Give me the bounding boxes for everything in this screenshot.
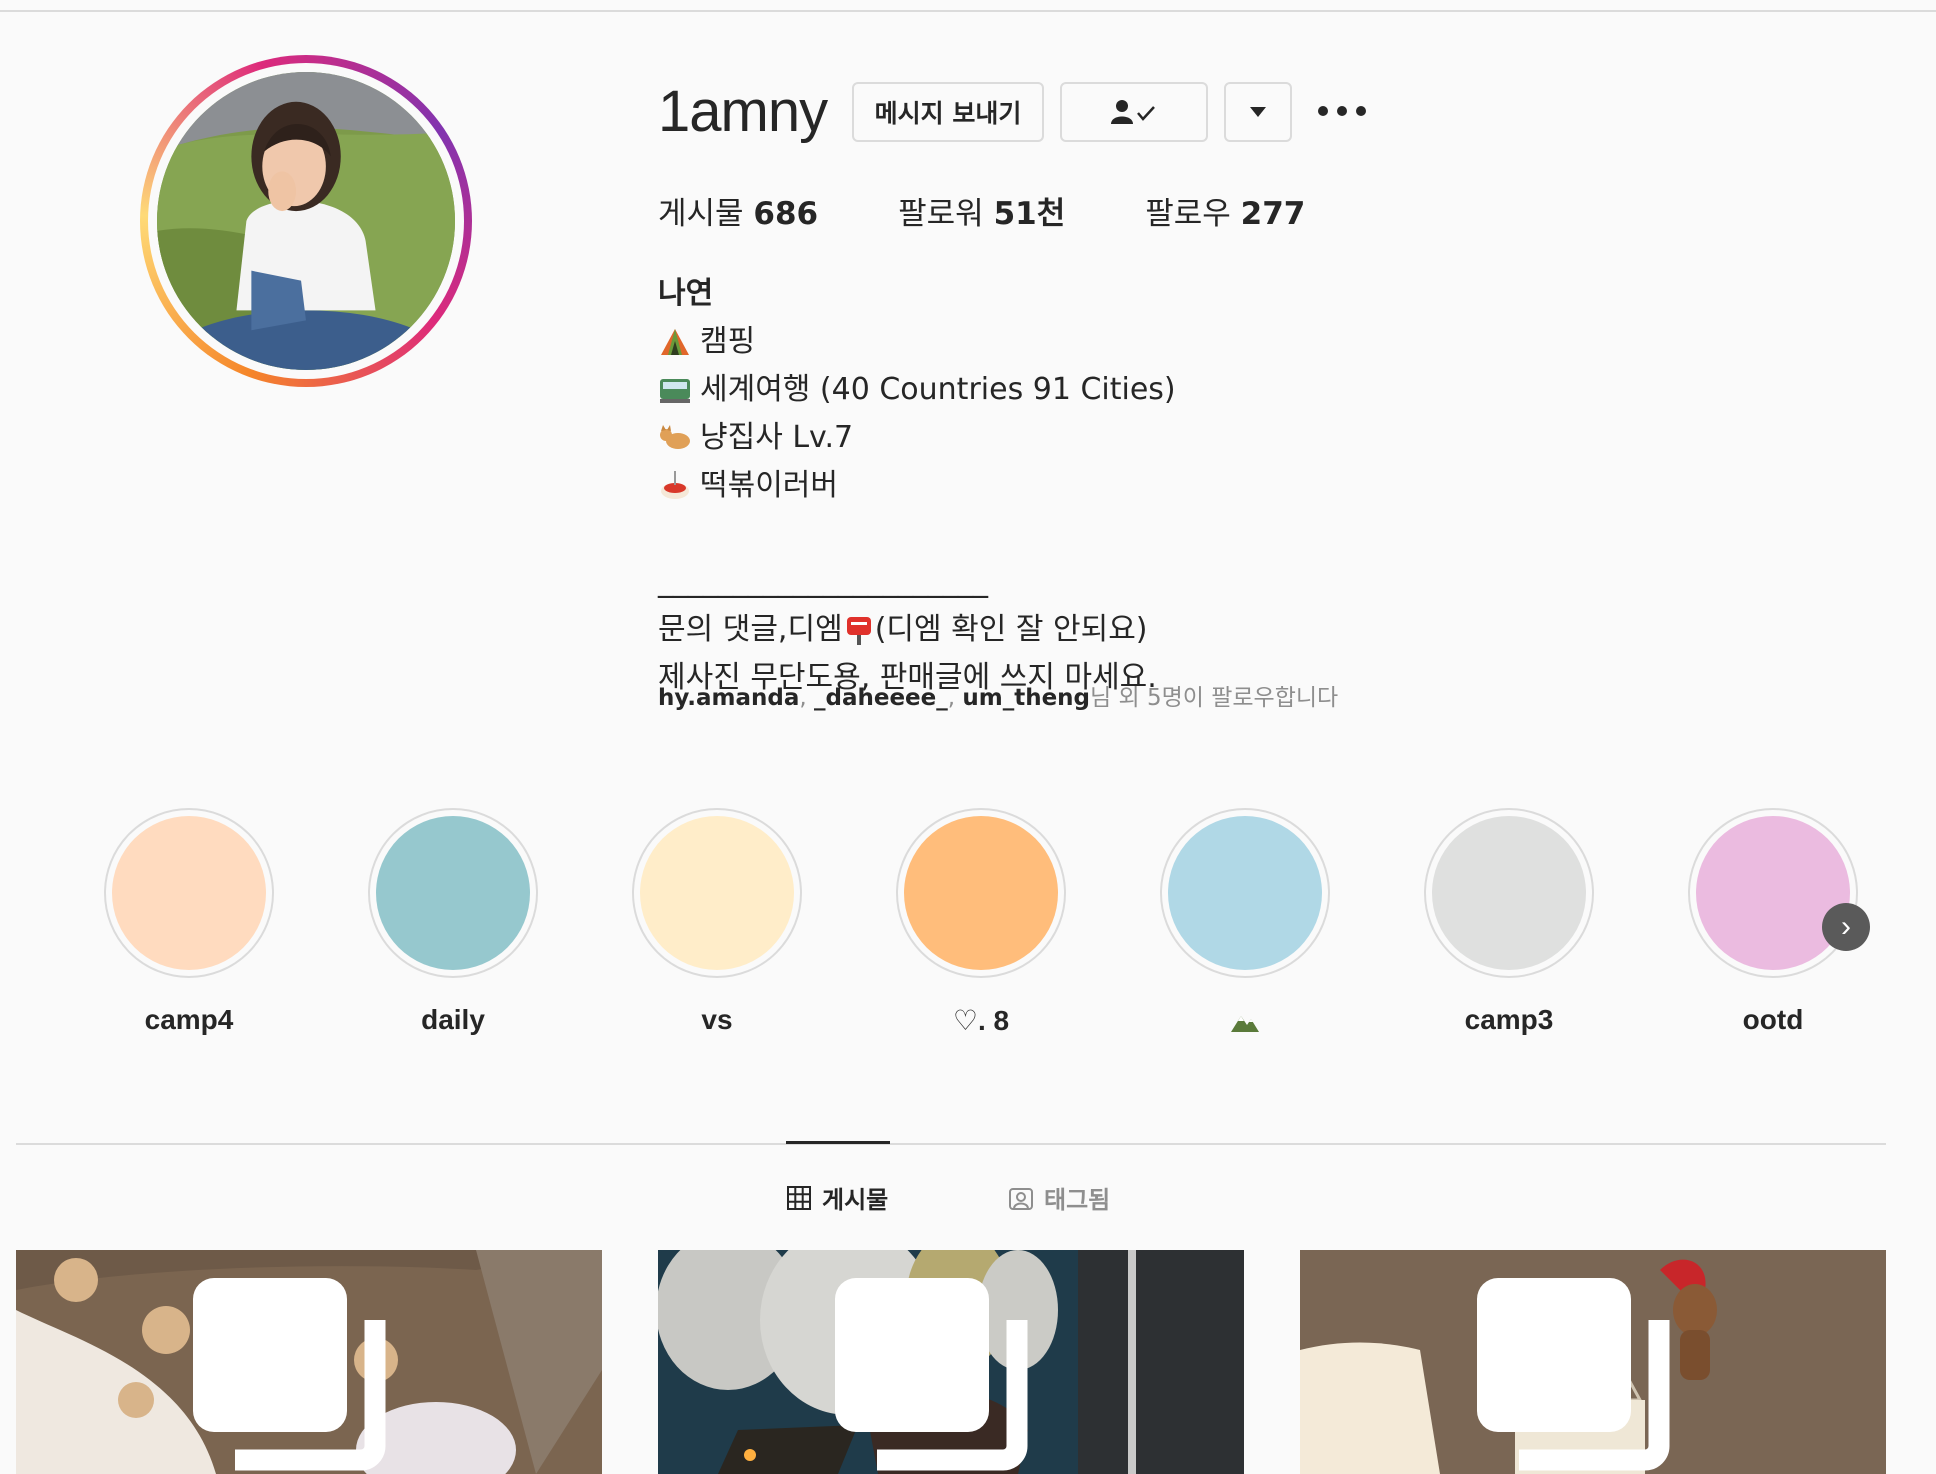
following-button[interactable] xyxy=(1060,82,1208,142)
train-icon xyxy=(658,373,692,407)
follower-link[interactable]: hy.amanda xyxy=(658,685,799,711)
bio-line-travel: 세계여행 (40 Countries 91 Cities) xyxy=(700,372,1176,407)
post-thumbnail[interactable] xyxy=(658,1250,1244,1474)
grid-icon xyxy=(787,1185,811,1210)
highlight-label: camp3 xyxy=(1464,1004,1554,1035)
highlight-cover xyxy=(640,816,794,970)
highlight-cover xyxy=(1696,816,1850,970)
postbox-icon xyxy=(845,613,873,647)
highlight-item[interactable]: ♡. 8 xyxy=(896,808,1066,1037)
profile-username: 1amny xyxy=(658,79,828,144)
person-check-icon xyxy=(1111,100,1155,124)
highlight-label: camp4 xyxy=(144,1004,234,1035)
tent-icon xyxy=(658,325,692,359)
tabs-divider xyxy=(16,1143,1886,1145)
triangle-down-icon xyxy=(1250,107,1266,117)
follower-link[interactable]: um_theng xyxy=(962,685,1090,711)
highlight-item[interactable] xyxy=(1160,808,1330,1036)
profile-full-name: 나연 xyxy=(658,276,714,311)
top-divider xyxy=(0,10,1936,12)
profile-avatar-story-ring[interactable] xyxy=(140,55,472,387)
profile-page: 1amny 메시지 보내기 게시물 686 팔로워 51천 팔로우 277 나연… xyxy=(0,0,1936,1474)
active-tab-indicator xyxy=(786,1141,890,1144)
chevron-right-icon[interactable]: › xyxy=(1822,903,1870,951)
highlight-label: ootd xyxy=(1742,1004,1804,1035)
avatar[interactable] xyxy=(157,72,455,370)
highlight-item[interactable]: camp4 xyxy=(104,808,274,1036)
multiple-photos-icon xyxy=(835,1278,1028,1471)
tab-tagged[interactable]: 태그됨 xyxy=(1008,1180,1110,1215)
send-message-button[interactable]: 메시지 보내기 xyxy=(852,82,1044,142)
suggested-dropdown-button[interactable] xyxy=(1224,82,1292,142)
highlight-item[interactable]: camp3 xyxy=(1424,808,1594,1036)
tab-posts-label: 게시물 xyxy=(822,1186,889,1214)
followers-count[interactable]: 팔로워 51천 xyxy=(898,188,1065,233)
highlight-item[interactable]: vs xyxy=(632,808,802,1036)
highlight-item[interactable]: daily xyxy=(368,808,538,1036)
follower-link[interactable]: _daheeee_ xyxy=(814,685,948,711)
bio-line-food: 떡볶이러버 xyxy=(700,468,838,503)
highlight-label: vs xyxy=(701,1004,733,1035)
following-count[interactable]: 팔로우 277 xyxy=(1145,188,1305,233)
tteokbokki-icon xyxy=(658,469,692,503)
multiple-photos-icon xyxy=(193,1278,386,1471)
bio-line-camping: 캠핑 xyxy=(700,324,756,359)
bio-separator: ______________________ xyxy=(658,564,988,599)
bio-line-inquiry: 문의 댓글,디엠 xyxy=(658,612,843,647)
tagged-person-icon xyxy=(1009,1187,1033,1210)
profile-stats: 게시물 686 팔로워 51천 팔로우 277 xyxy=(658,188,1385,233)
mountain-icon xyxy=(1231,1015,1259,1032)
more-options-icon[interactable] xyxy=(1318,96,1366,126)
tab-tagged-label: 태그됨 xyxy=(1044,1186,1111,1214)
posts-count: 게시물 686 xyxy=(658,196,819,232)
highlight-cover xyxy=(112,816,266,970)
bio-line-inquiry-note: (디엠 확인 잘 안되요) xyxy=(874,612,1148,647)
highlight-cover xyxy=(376,816,530,970)
bio-line-cat: 냥집사 Lv.7 xyxy=(700,420,854,455)
multiple-photos-icon xyxy=(1477,1278,1670,1471)
followed-by-text[interactable]: hy.amanda, _daheeee_, um_theng님 외 5명이 팔로… xyxy=(658,678,1338,712)
highlight-cover xyxy=(1432,816,1586,970)
highlight-cover xyxy=(904,816,1058,970)
tab-posts[interactable]: 게시물 xyxy=(786,1180,888,1215)
profile-bio: 나연 캠핑 세계여행 (40 Countries 91 Cities) 냥집사 … xyxy=(658,270,1176,702)
highlight-cover xyxy=(1168,816,1322,970)
post-thumbnail[interactable] xyxy=(16,1250,602,1474)
highlight-label: daily xyxy=(421,1004,485,1035)
post-thumbnail[interactable] xyxy=(1300,1250,1886,1474)
highlight-label: ♡. 8 xyxy=(952,1005,1010,1036)
cat-icon xyxy=(658,421,692,455)
